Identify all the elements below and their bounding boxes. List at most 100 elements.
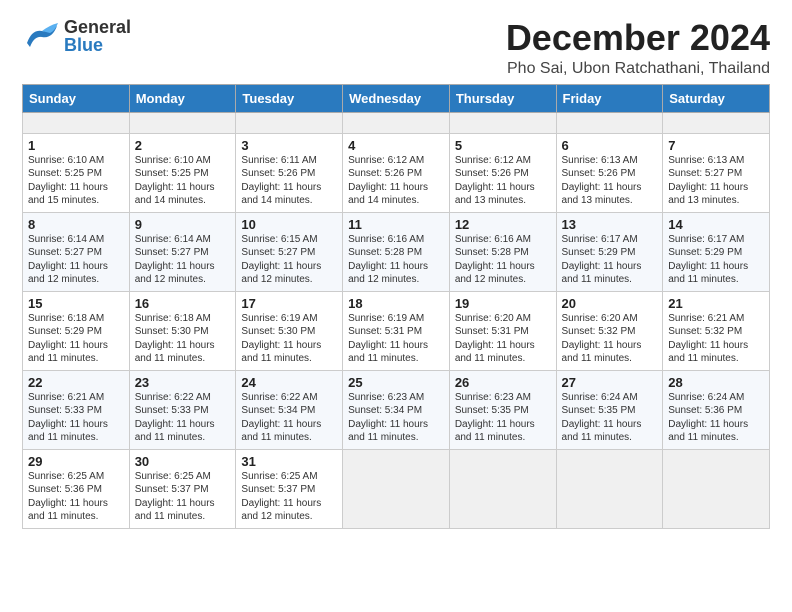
day-number: 28 [668, 375, 764, 390]
day-info: Sunrise: 6:24 AM Sunset: 5:35 PM Dayligh… [562, 392, 642, 444]
page: General Blue December 2024 Pho Sai, Ubon… [0, 0, 792, 612]
calendar-cell: 14 Sunrise: 6:17 AM Sunset: 5:29 PM Dayl… [663, 212, 770, 291]
calendar-cell: 2 Sunrise: 6:10 AM Sunset: 5:25 PM Dayli… [129, 133, 236, 212]
day-number: 13 [562, 217, 658, 232]
calendar-cell: 3 Sunrise: 6:11 AM Sunset: 5:26 PM Dayli… [236, 133, 343, 212]
day-info: Sunrise: 6:18 AM Sunset: 5:29 PM Dayligh… [28, 313, 108, 365]
day-info: Sunrise: 6:25 AM Sunset: 5:36 PM Dayligh… [28, 471, 108, 523]
day-number: 27 [562, 375, 658, 390]
day-info: Sunrise: 6:12 AM Sunset: 5:26 PM Dayligh… [348, 155, 428, 207]
day-number: 8 [28, 217, 124, 232]
day-number: 20 [562, 296, 658, 311]
day-number: 21 [668, 296, 764, 311]
calendar-cell: 17 Sunrise: 6:19 AM Sunset: 5:30 PM Dayl… [236, 291, 343, 370]
col-friday: Friday [556, 84, 663, 112]
calendar-cell: 28 Sunrise: 6:24 AM Sunset: 5:36 PM Dayl… [663, 370, 770, 449]
day-info: Sunrise: 6:24 AM Sunset: 5:36 PM Dayligh… [668, 392, 748, 444]
calendar-title: December 2024 [506, 18, 770, 58]
col-tuesday: Tuesday [236, 84, 343, 112]
col-saturday: Saturday [663, 84, 770, 112]
calendar-header-row: Sunday Monday Tuesday Wednesday Thursday… [23, 84, 770, 112]
calendar-cell: 9 Sunrise: 6:14 AM Sunset: 5:27 PM Dayli… [129, 212, 236, 291]
logo-blue-text: Blue [64, 35, 103, 55]
day-info: Sunrise: 6:14 AM Sunset: 5:27 PM Dayligh… [28, 234, 108, 286]
calendar-cell: 19 Sunrise: 6:20 AM Sunset: 5:31 PM Dayl… [449, 291, 556, 370]
day-info: Sunrise: 6:15 AM Sunset: 5:27 PM Dayligh… [241, 234, 321, 286]
calendar-cell: 15 Sunrise: 6:18 AM Sunset: 5:29 PM Dayl… [23, 291, 130, 370]
calendar-week-row: 15 Sunrise: 6:18 AM Sunset: 5:29 PM Dayl… [23, 291, 770, 370]
col-monday: Monday [129, 84, 236, 112]
calendar-cell [663, 449, 770, 528]
calendar-cell: 1 Sunrise: 6:10 AM Sunset: 5:25 PM Dayli… [23, 133, 130, 212]
day-info: Sunrise: 6:21 AM Sunset: 5:33 PM Dayligh… [28, 392, 108, 444]
calendar-cell: 8 Sunrise: 6:14 AM Sunset: 5:27 PM Dayli… [23, 212, 130, 291]
day-info: Sunrise: 6:25 AM Sunset: 5:37 PM Dayligh… [135, 471, 215, 523]
day-info: Sunrise: 6:10 AM Sunset: 5:25 PM Dayligh… [28, 155, 108, 207]
calendar-week-row: 22 Sunrise: 6:21 AM Sunset: 5:33 PM Dayl… [23, 370, 770, 449]
calendar-cell: 5 Sunrise: 6:12 AM Sunset: 5:26 PM Dayli… [449, 133, 556, 212]
day-info: Sunrise: 6:14 AM Sunset: 5:27 PM Dayligh… [135, 234, 215, 286]
day-number: 5 [455, 138, 551, 153]
calendar-cell: 30 Sunrise: 6:25 AM Sunset: 5:37 PM Dayl… [129, 449, 236, 528]
day-number: 26 [455, 375, 551, 390]
day-number: 17 [241, 296, 337, 311]
logo: General Blue [22, 18, 131, 54]
calendar-cell [556, 449, 663, 528]
calendar-cell [663, 112, 770, 133]
day-info: Sunrise: 6:20 AM Sunset: 5:31 PM Dayligh… [455, 313, 535, 365]
calendar-week-row: 1 Sunrise: 6:10 AM Sunset: 5:25 PM Dayli… [23, 133, 770, 212]
calendar-cell: 27 Sunrise: 6:24 AM Sunset: 5:35 PM Dayl… [556, 370, 663, 449]
calendar-cell: 13 Sunrise: 6:17 AM Sunset: 5:29 PM Dayl… [556, 212, 663, 291]
day-info: Sunrise: 6:13 AM Sunset: 5:26 PM Dayligh… [562, 155, 642, 207]
day-number: 9 [135, 217, 231, 232]
calendar-cell: 7 Sunrise: 6:13 AM Sunset: 5:27 PM Dayli… [663, 133, 770, 212]
calendar-cell: 20 Sunrise: 6:20 AM Sunset: 5:32 PM Dayl… [556, 291, 663, 370]
day-number: 7 [668, 138, 764, 153]
col-thursday: Thursday [449, 84, 556, 112]
day-number: 4 [348, 138, 444, 153]
calendar-cell: 31 Sunrise: 6:25 AM Sunset: 5:37 PM Dayl… [236, 449, 343, 528]
calendar-cell [236, 112, 343, 133]
calendar-cell: 18 Sunrise: 6:19 AM Sunset: 5:31 PM Dayl… [343, 291, 450, 370]
calendar-week-row: 29 Sunrise: 6:25 AM Sunset: 5:36 PM Dayl… [23, 449, 770, 528]
calendar-cell: 10 Sunrise: 6:15 AM Sunset: 5:27 PM Dayl… [236, 212, 343, 291]
day-info: Sunrise: 6:23 AM Sunset: 5:35 PM Dayligh… [455, 392, 535, 444]
day-info: Sunrise: 6:22 AM Sunset: 5:33 PM Dayligh… [135, 392, 215, 444]
calendar-cell [449, 449, 556, 528]
day-info: Sunrise: 6:18 AM Sunset: 5:30 PM Dayligh… [135, 313, 215, 365]
day-number: 16 [135, 296, 231, 311]
day-info: Sunrise: 6:11 AM Sunset: 5:26 PM Dayligh… [241, 155, 321, 207]
header-area: General Blue December 2024 Pho Sai, Ubon… [22, 18, 770, 78]
calendar-cell [23, 112, 130, 133]
day-number: 11 [348, 217, 444, 232]
calendar-cell: 4 Sunrise: 6:12 AM Sunset: 5:26 PM Dayli… [343, 133, 450, 212]
col-wednesday: Wednesday [343, 84, 450, 112]
day-number: 25 [348, 375, 444, 390]
day-info: Sunrise: 6:23 AM Sunset: 5:34 PM Dayligh… [348, 392, 428, 444]
day-number: 10 [241, 217, 337, 232]
day-info: Sunrise: 6:21 AM Sunset: 5:32 PM Dayligh… [668, 313, 748, 365]
calendar-subtitle: Pho Sai, Ubon Ratchathani, Thailand [506, 60, 770, 78]
calendar-cell: 6 Sunrise: 6:13 AM Sunset: 5:26 PM Dayli… [556, 133, 663, 212]
day-info: Sunrise: 6:13 AM Sunset: 5:27 PM Dayligh… [668, 155, 748, 207]
day-info: Sunrise: 6:20 AM Sunset: 5:32 PM Dayligh… [562, 313, 642, 365]
day-info: Sunrise: 6:16 AM Sunset: 5:28 PM Dayligh… [348, 234, 428, 286]
day-info: Sunrise: 6:12 AM Sunset: 5:26 PM Dayligh… [455, 155, 535, 207]
day-number: 30 [135, 454, 231, 469]
day-number: 23 [135, 375, 231, 390]
calendar-week-row: 8 Sunrise: 6:14 AM Sunset: 5:27 PM Dayli… [23, 212, 770, 291]
day-info: Sunrise: 6:16 AM Sunset: 5:28 PM Dayligh… [455, 234, 535, 286]
day-info: Sunrise: 6:17 AM Sunset: 5:29 PM Dayligh… [668, 234, 748, 286]
calendar-cell: 21 Sunrise: 6:21 AM Sunset: 5:32 PM Dayl… [663, 291, 770, 370]
calendar-cell: 26 Sunrise: 6:23 AM Sunset: 5:35 PM Dayl… [449, 370, 556, 449]
calendar-cell [556, 112, 663, 133]
day-info: Sunrise: 6:10 AM Sunset: 5:25 PM Dayligh… [135, 155, 215, 207]
calendar-cell: 23 Sunrise: 6:22 AM Sunset: 5:33 PM Dayl… [129, 370, 236, 449]
calendar-cell: 29 Sunrise: 6:25 AM Sunset: 5:36 PM Dayl… [23, 449, 130, 528]
day-info: Sunrise: 6:22 AM Sunset: 5:34 PM Dayligh… [241, 392, 321, 444]
day-number: 18 [348, 296, 444, 311]
title-block: December 2024 Pho Sai, Ubon Ratchathani,… [506, 18, 770, 78]
day-number: 29 [28, 454, 124, 469]
logo-general-text: General [64, 17, 131, 37]
day-info: Sunrise: 6:25 AM Sunset: 5:37 PM Dayligh… [241, 471, 321, 523]
